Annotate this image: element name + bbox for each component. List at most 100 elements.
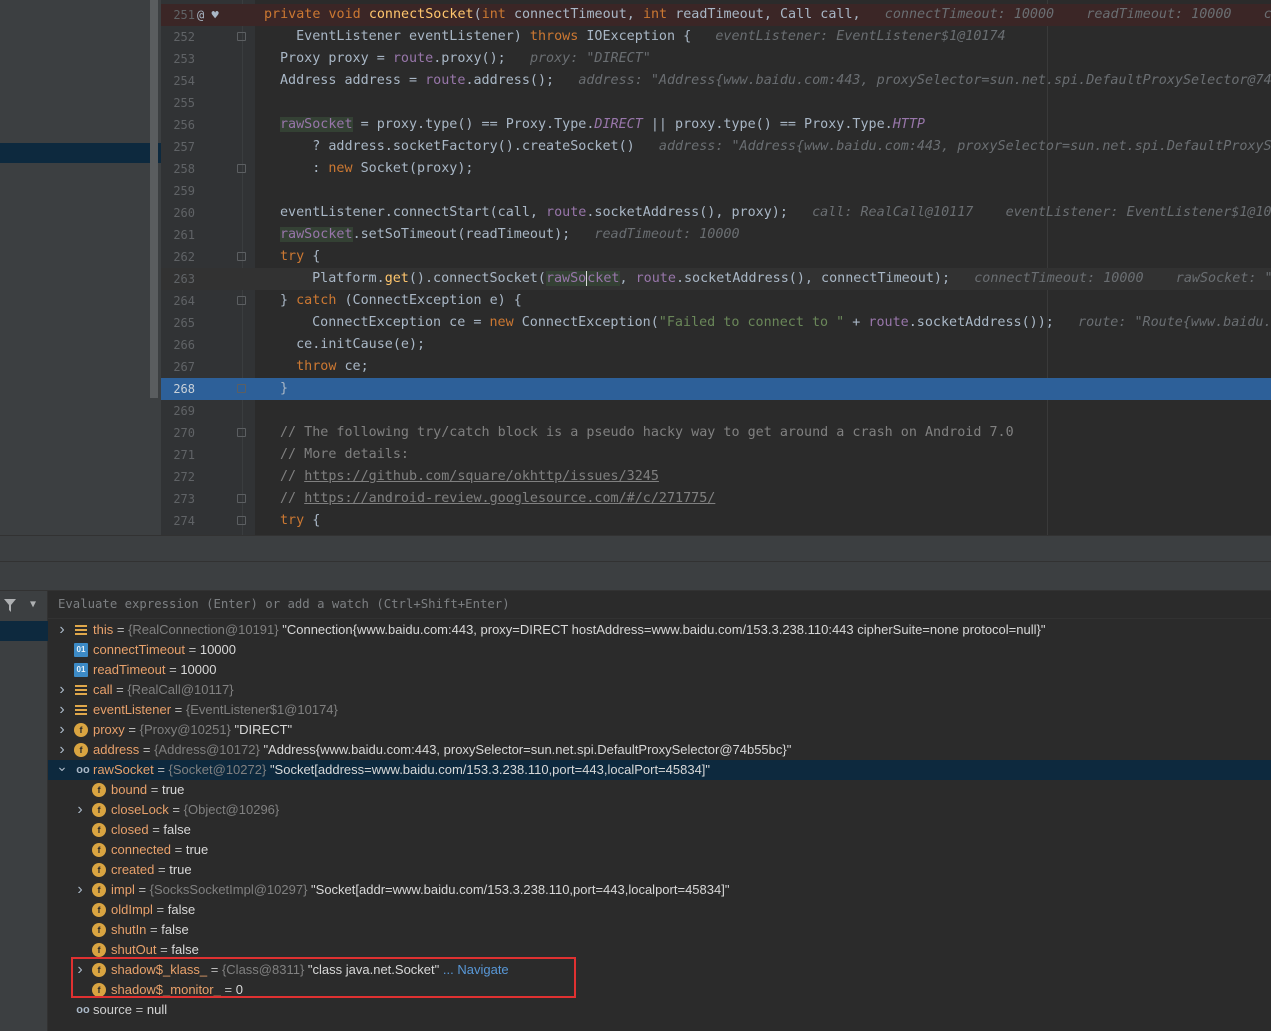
chevron-right-icon[interactable]: › — [56, 720, 68, 740]
code-line[interactable]: 255 — [161, 92, 1271, 114]
code-text[interactable]: eventListener.connectStart(call, route.s… — [280, 202, 1271, 224]
code-line[interactable]: 271 // More details: — [161, 444, 1271, 466]
line-number[interactable]: 252 — [167, 26, 195, 48]
line-number[interactable]: 268 — [167, 378, 195, 400]
variable-row[interactable]: › this = {RealConnection@10191} "Connecti… — [48, 620, 1271, 640]
chevron-right-icon[interactable]: › — [56, 700, 68, 720]
fold-marker-icon[interactable] — [237, 252, 246, 261]
project-panel-scrollbar[interactable] — [150, 0, 158, 398]
variable-row[interactable]: › f impl = {SocksSocketImpl@10297} "Socket… — [48, 880, 1271, 900]
line-number[interactable]: 261 — [167, 224, 195, 246]
code-line[interactable]: 258 : new Socket(proxy); — [161, 158, 1271, 180]
code-text[interactable]: } — [280, 378, 288, 400]
variable-row[interactable]: oo source = null — [48, 1000, 1271, 1020]
code-text[interactable]: // https://github.com/square/okhttp/issu… — [280, 466, 659, 488]
code-text[interactable]: // More details: — [280, 444, 409, 466]
panel-splitter[interactable] — [0, 535, 1271, 561]
fold-marker-icon[interactable] — [237, 494, 246, 503]
line-number[interactable]: 263 — [167, 268, 195, 290]
code-text[interactable]: // https://android-review.googlesource.c… — [280, 488, 715, 510]
code-line[interactable]: 264 } catch (ConnectException e) { — [161, 290, 1271, 312]
code-text[interactable]: throw ce; — [280, 356, 369, 378]
code-text[interactable]: try { — [280, 246, 320, 268]
code-text[interactable]: rawSocket = proxy.type() == Proxy.Type.D… — [280, 114, 925, 136]
code-text[interactable]: EventListener eventListener) throws IOEx… — [280, 26, 1005, 48]
line-number[interactable]: 269 — [167, 400, 195, 422]
variable-row[interactable]: › f proxy = {Proxy@10251} "DIRECT" — [48, 720, 1271, 740]
code-line[interactable]: 260 eventListener.connectStart(call, rout… — [161, 202, 1271, 224]
code-line[interactable]: 256 rawSocket = proxy.type() == Proxy.Typ… — [161, 114, 1271, 136]
fold-marker-icon[interactable] — [237, 164, 246, 173]
line-number[interactable]: 256 — [167, 114, 195, 136]
variable-row[interactable]: ⌄ oo rawSocket = {Socket@10272} "Socket[ad… — [48, 758, 1271, 780]
code-line[interactable]: 251 @ ♥ private void connectSocket(int con… — [161, 4, 1271, 26]
line-number[interactable]: 265 — [167, 312, 195, 334]
variable-row[interactable]: f closed = false — [48, 820, 1271, 840]
code-line[interactable]: 262 try { — [161, 246, 1271, 268]
variable-row[interactable]: › call = {RealCall@10117} — [48, 680, 1271, 700]
code-line[interactable]: 270 // The following try/catch block is a… — [161, 422, 1271, 444]
code-text[interactable]: Platform.get().connectSocket(rawSocket, … — [296, 268, 1271, 290]
fold-marker-icon[interactable] — [237, 428, 246, 437]
code-line[interactable]: 254 Address address = route.address(); ad… — [161, 70, 1271, 92]
code-line[interactable]: 267 throw ce; — [161, 356, 1271, 378]
line-number[interactable]: 257 — [167, 136, 195, 158]
line-number[interactable]: 271 — [167, 444, 195, 466]
code-text[interactable]: ce.initCause(e); — [280, 334, 425, 356]
code-line[interactable]: 272 // https://github.com/square/okhttp/i… — [161, 466, 1271, 488]
fold-marker-icon[interactable] — [237, 32, 246, 41]
variable-row[interactable]: f oldImpl = false — [48, 900, 1271, 920]
code-line[interactable]: 268} — [161, 378, 1271, 400]
code-line[interactable]: 261 rawSocket.setSoTimeout(readTimeout); … — [161, 224, 1271, 246]
chevron-down-icon[interactable]: ▼ — [30, 599, 36, 610]
line-number[interactable]: 267 — [167, 356, 195, 378]
line-number[interactable]: 254 — [167, 70, 195, 92]
line-number[interactable]: 259 — [167, 180, 195, 202]
line-number[interactable]: 258 — [167, 158, 195, 180]
code-line[interactable]: 269 — [161, 400, 1271, 422]
selected-frame[interactable] — [0, 621, 48, 641]
line-number[interactable]: 274 — [167, 510, 195, 532]
code-line[interactable]: 273 // https://android-review.googlesourc… — [161, 488, 1271, 510]
line-number[interactable]: 270 — [167, 422, 195, 444]
line-number[interactable]: 251 — [167, 4, 195, 26]
filter-icon[interactable] — [4, 599, 16, 613]
line-number[interactable]: 272 — [167, 466, 195, 488]
code-text[interactable]: private void connectSocket(int connectTi… — [264, 4, 1271, 26]
fold-marker-icon[interactable] — [237, 516, 246, 525]
variable-row[interactable]: › f address = {Address@10172} "Address{www… — [48, 740, 1271, 760]
chevron-right-icon[interactable]: › — [56, 620, 68, 640]
code-text[interactable]: rawSocket.setSoTimeout(readTimeout); rea… — [280, 224, 740, 246]
variable-row[interactable]: f created = true — [48, 860, 1271, 880]
variable-row[interactable]: › f closeLock = {Object@10296} — [48, 800, 1271, 820]
code-line[interactable]: 263 Platform.get().connectSocket(rawSock… — [161, 268, 1271, 290]
code-line[interactable]: 274 try { — [161, 510, 1271, 532]
line-number[interactable]: 262 — [167, 246, 195, 268]
variable-row[interactable]: 01 connectTimeout = 10000 — [48, 640, 1271, 660]
code-text[interactable]: ConnectException ce = new ConnectExcepti… — [296, 312, 1271, 334]
line-number[interactable]: 255 — [167, 92, 195, 114]
code-text[interactable]: Proxy proxy = route.proxy(); proxy: "DIR… — [280, 48, 651, 70]
code-text[interactable]: // The following try/catch block is a ps… — [280, 422, 1014, 444]
variable-row[interactable]: 01 readTimeout = 10000 — [48, 660, 1271, 680]
override-marker-icon[interactable]: @ ♥ — [197, 4, 219, 26]
code-line[interactable]: 252 EventListener eventListener) throws … — [161, 26, 1271, 48]
code-line[interactable]: 265 ConnectException ce = new ConnectExc… — [161, 312, 1271, 334]
code-text[interactable]: ? address.socketFactory().createSocket()… — [280, 136, 1271, 158]
code-text[interactable]: try { — [280, 510, 320, 532]
code-line[interactable]: 259 — [161, 180, 1271, 202]
chevron-down-icon[interactable]: ⌄ — [56, 756, 68, 776]
chevron-right-icon[interactable]: › — [74, 800, 86, 820]
fold-marker-icon[interactable] — [237, 384, 246, 393]
variable-row[interactable]: › eventListener = {EventListener$1@10174} — [48, 700, 1271, 720]
fold-marker-icon[interactable] — [237, 296, 246, 305]
variable-row[interactable]: f connected = true — [48, 840, 1271, 860]
chevron-right-icon[interactable]: › — [74, 880, 86, 900]
variable-row[interactable]: f shutIn = false — [48, 920, 1271, 940]
line-number[interactable]: 266 — [167, 334, 195, 356]
line-number[interactable]: 264 — [167, 290, 195, 312]
code-text[interactable]: } catch (ConnectException e) { — [280, 290, 522, 312]
code-text[interactable]: Address address = route.address(); addre… — [280, 70, 1271, 92]
code-line[interactable]: 266 ce.initCause(e); — [161, 334, 1271, 356]
chevron-right-icon[interactable]: › — [56, 680, 68, 700]
